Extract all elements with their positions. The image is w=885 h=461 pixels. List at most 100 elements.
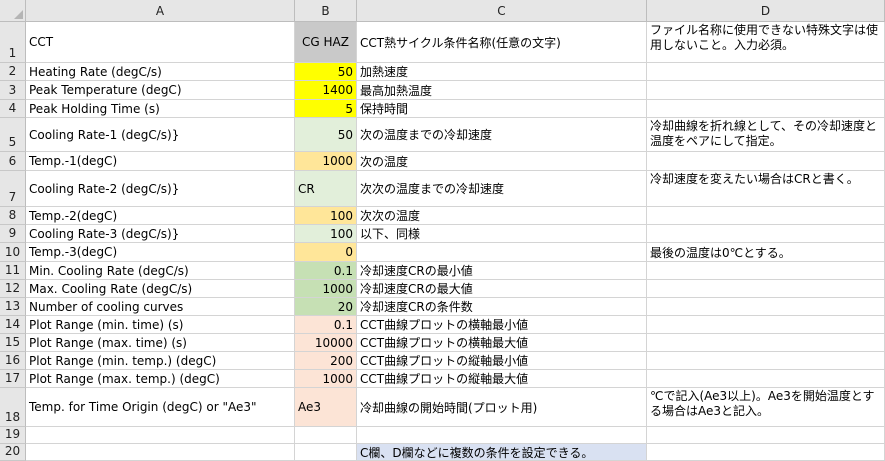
cell-d[interactable]: 冷却曲線を折れ線として、その冷却速度と温度をペアにして指定。 [647,118,885,152]
cell-a[interactable]: Plot Range (max. temp.) (degC) [26,370,295,388]
cell-d[interactable]: ファイル名称に使用できない特殊文字は使用しないこと。入力必須。 [647,22,885,63]
cell-c[interactable]: CCT曲線プロットの縦軸最小値 [357,352,647,370]
cell-d[interactable] [647,352,885,370]
row-header[interactable]: 10 [0,243,26,262]
cell-b[interactable]: 10000 [295,334,357,352]
cell-b[interactable]: Ae3 [295,388,357,427]
cell-c[interactable]: 以下、同様 [357,225,647,243]
cell-a[interactable] [26,427,295,444]
cell-a[interactable]: Temp. for Time Origin (degC) or "Ae3" [26,388,295,427]
cell-d[interactable] [647,280,885,298]
cell-c[interactable]: 保持時間 [357,100,647,118]
cell-d[interactable]: 冷却速度を変えたい場合はCRと書く。 [647,171,885,207]
cell-b[interactable]: 50 [295,63,357,81]
row-header[interactable]: 12 [0,280,26,298]
cell-b[interactable]: 100 [295,225,357,243]
cell-b[interactable]: 1000 [295,280,357,298]
cell-b[interactable]: 1000 [295,152,357,171]
cell-d[interactable] [647,100,885,118]
row-header[interactable]: 2 [0,63,26,81]
cell-d[interactable] [647,334,885,352]
cell-c[interactable]: 冷却曲線の開始時間(プロット用) [357,388,647,427]
row-header[interactable]: 4 [0,100,26,118]
cell-d[interactable] [647,427,885,444]
cell-a[interactable]: Peak Temperature (degC) [26,81,295,100]
cell-d[interactable]: 最後の温度は0℃とする。 [647,243,885,262]
row-header[interactable]: 5 [0,118,26,152]
cell-c[interactable]: 最高加熱温度 [357,81,647,100]
column-header-c[interactable]: C [357,0,647,22]
column-header-d[interactable]: D [647,0,885,22]
cell-a[interactable]: Cooling Rate-1 (degC/s)} [26,118,295,152]
cell-a[interactable]: Peak Holding Time (s) [26,100,295,118]
cell-b[interactable]: 1000 [295,370,357,388]
cell-c[interactable]: CCT熱サイクル条件名称(任意の文字) [357,22,647,63]
row-header[interactable]: 15 [0,334,26,352]
cell-b[interactable]: CR [295,171,357,207]
row-header[interactable]: 11 [0,262,26,280]
row-header[interactable]: 3 [0,81,26,100]
cell-d[interactable] [647,298,885,316]
row-header[interactable]: 20 [0,444,26,461]
cell-b[interactable]: 0.1 [295,262,357,280]
cell-a[interactable]: Number of cooling curves [26,298,295,316]
cell-a[interactable]: CCT [26,22,295,63]
row-header[interactable]: 14 [0,316,26,334]
cell-c[interactable] [357,427,647,444]
cell-c[interactable]: 冷却速度CRの最小値 [357,262,647,280]
cell-d[interactable] [647,81,885,100]
cell-a[interactable]: Cooling Rate-2 (degC/s)} [26,171,295,207]
cell-a[interactable]: Plot Range (min. time) (s) [26,316,295,334]
row-header[interactable]: 1 [0,22,26,63]
cell-b[interactable]: 100 [295,207,357,225]
cell-a[interactable]: Temp.-3(degC) [26,243,295,262]
row-header[interactable]: 9 [0,225,26,243]
row-header[interactable]: 7 [0,171,26,207]
row-header[interactable]: 19 [0,427,26,444]
cell-b[interactable] [295,444,357,461]
cell-a[interactable] [26,444,295,461]
cell-d[interactable] [647,152,885,171]
cell-b[interactable] [295,427,357,444]
cell-d[interactable] [647,207,885,225]
row-header[interactable]: 17 [0,370,26,388]
cell-d[interactable] [647,225,885,243]
cell-a[interactable]: Plot Range (min. temp.) (degC) [26,352,295,370]
cell-c[interactable]: 冷却速度CRの条件数 [357,298,647,316]
cell-c[interactable]: CCT曲線プロットの縦軸最大値 [357,370,647,388]
cell-a[interactable]: Heating Rate (degC/s) [26,63,295,81]
cell-c[interactable]: 次の温度までの冷却速度 [357,118,647,152]
cell-d[interactable] [647,444,885,461]
row-header[interactable]: 6 [0,152,26,171]
cell-a[interactable]: Temp.-2(degC) [26,207,295,225]
cell-c[interactable]: 次次の温度までの冷却速度 [357,171,647,207]
row-header[interactable]: 13 [0,298,26,316]
cell-b[interactable]: 5 [295,100,357,118]
cell-d[interactable] [647,63,885,81]
cell-b[interactable]: CG HAZ [295,22,357,63]
cell-b[interactable]: 0.1 [295,316,357,334]
cell-d[interactable] [647,262,885,280]
column-header-b[interactable]: B [295,0,357,22]
column-header-a[interactable]: A [26,0,295,22]
cell-b[interactable]: 0 [295,243,357,262]
cell-c[interactable]: C欄、D欄などに複数の条件を設定できる。 [357,444,647,461]
cell-c[interactable]: 次次の温度 [357,207,647,225]
cell-a[interactable]: Cooling Rate-3 (degC/s)} [26,225,295,243]
cell-a[interactable]: Max. Cooling Rate (degC/s) [26,280,295,298]
cell-c[interactable] [357,243,647,262]
row-header[interactable]: 8 [0,207,26,225]
cell-c[interactable]: CCT曲線プロットの横軸最大値 [357,334,647,352]
cell-b[interactable]: 20 [295,298,357,316]
cell-c[interactable]: CCT曲線プロットの横軸最小値 [357,316,647,334]
cell-a[interactable]: Min. Cooling Rate (degC/s) [26,262,295,280]
row-header[interactable]: 16 [0,352,26,370]
cell-b[interactable]: 200 [295,352,357,370]
cell-c[interactable]: 加熱速度 [357,63,647,81]
cell-a[interactable]: Plot Range (max. time) (s) [26,334,295,352]
row-header[interactable]: 18 [0,388,26,427]
cell-b[interactable]: 50 [295,118,357,152]
cell-c[interactable]: 冷却速度CRの最大値 [357,280,647,298]
cell-d[interactable] [647,370,885,388]
cell-d[interactable]: ℃で記入(Ae3以上)。Ae3を開始温度とする場合はAe3と記入。 [647,388,885,427]
